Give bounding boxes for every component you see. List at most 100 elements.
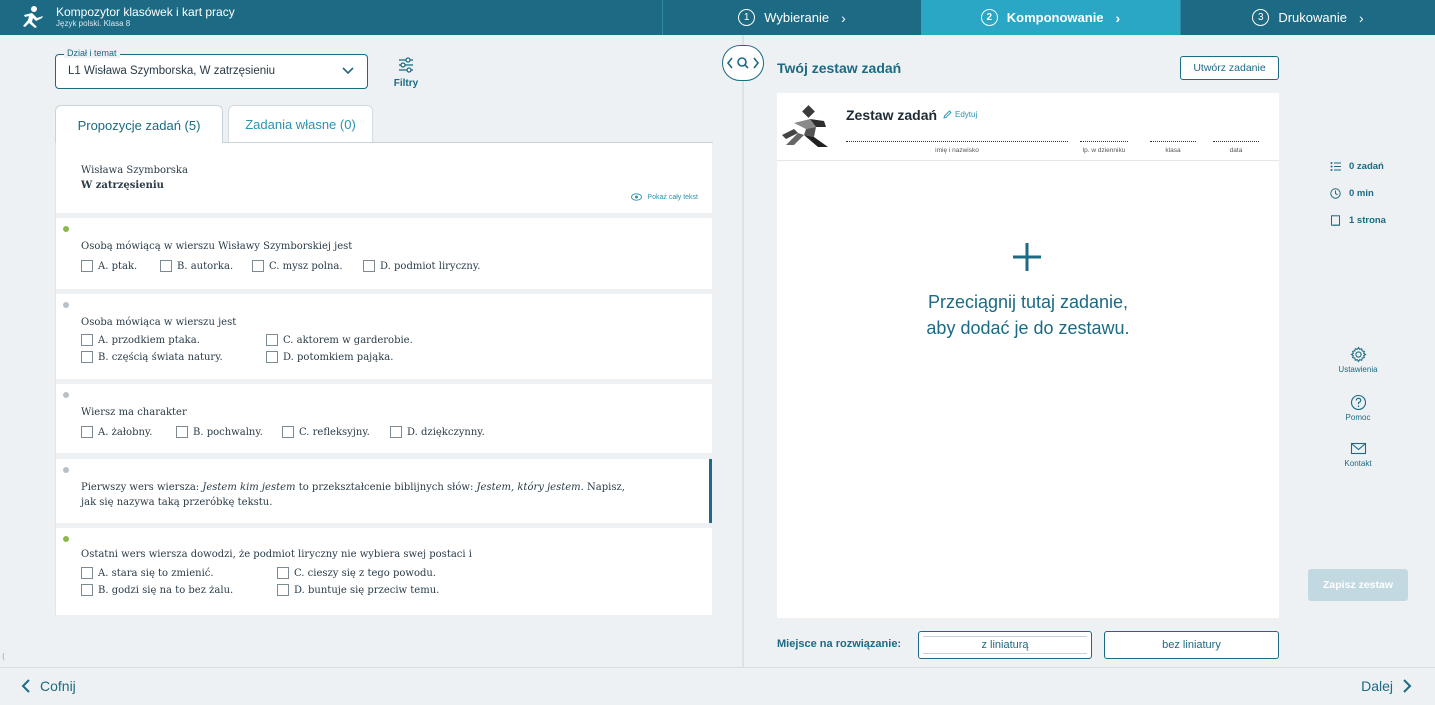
task-option: A. żałobny. [81, 426, 152, 438]
create-task-button[interactable]: Utwórz zadanie [1180, 56, 1279, 80]
settings-label: Ustawienia [1338, 365, 1378, 374]
task-question-line2: jak się nazywa taką przeróbkę tekstu. [81, 497, 273, 508]
panel-divider[interactable] [742, 35, 744, 667]
step-komponowanie[interactable]: 2 Komponowanie › [921, 0, 1180, 35]
show-full-text-link[interactable]: Pokaż cały tekst [631, 193, 698, 201]
task-card-selected[interactable]: Pierwszy wers wiersza: Jestem kim jestem… [56, 459, 712, 523]
task-card[interactable]: Osoba mówiąca w wierszu jest A. przodkie… [56, 294, 712, 379]
option-label: C. refleksyjny. [299, 426, 370, 438]
task-option: D. potomkiem pająka. [266, 351, 393, 363]
task-browser-panel: Dział i temat L1 Wisława Szymborska, W z… [0, 35, 742, 667]
edit-title-link[interactable]: Edytuj [943, 110, 977, 119]
chevron-right-icon [1403, 679, 1412, 693]
task-option: D. dziękczynny. [390, 426, 485, 438]
filters-label: Filtry [393, 78, 419, 89]
top-bar: Kompozytor klasówek i kart pracy Język p… [0, 0, 1435, 35]
step-drukowanie[interactable]: 3 Drukowanie › [1180, 0, 1435, 35]
step-number: 2 [980, 9, 998, 26]
page-count-stat: 1 strona [1330, 215, 1386, 226]
step-label: Wybieranie [764, 10, 830, 25]
app-title: Kompozytor klasówek i kart pracy [56, 5, 235, 19]
ruling-line [923, 636, 1087, 637]
question-text: Pierwszy wers wiersza: [81, 482, 203, 493]
option-label: C. mysz polna. [269, 260, 343, 272]
brand: Kompozytor klasówek i kart pracy Język p… [0, 0, 662, 35]
task-card[interactable]: Wiersz ma charakter A. żałobny. B. pochw… [56, 384, 712, 453]
checkbox-icon [81, 351, 93, 363]
chevron-down-icon [342, 67, 354, 75]
task-option: C. aktorem w garderobie. [266, 334, 413, 346]
checkbox-icon [266, 334, 278, 346]
contact-button[interactable]: Kontakt [1330, 440, 1386, 468]
app-subtitle: Język polski. Klasa 8 [56, 19, 131, 28]
question-text: to przekształcenie biblijnych słów: [295, 482, 477, 493]
status-dot [63, 392, 69, 398]
step-wybieranie[interactable]: 1 Wybieranie › [662, 0, 921, 35]
topic-select[interactable]: Dział i temat L1 Wisława Szymborska, W z… [55, 48, 368, 89]
eye-icon [631, 193, 643, 201]
settings-button[interactable]: Ustawienia [1330, 346, 1386, 374]
gear-icon [1349, 346, 1367, 363]
edit-label: Edytuj [955, 110, 978, 119]
field-date: data [1213, 141, 1259, 154]
status-dot [63, 302, 69, 308]
scroll-marker: ( [2, 652, 6, 661]
time-value: 0 min [1349, 188, 1374, 199]
step-label: Komponowanie [1006, 10, 1104, 25]
paper-separator [777, 160, 1279, 161]
task-option: B. pochwalny. [176, 426, 263, 438]
worksheet-logo-icon [782, 105, 828, 147]
set-title: Twój zestaw zadań [777, 60, 902, 76]
task-question: Ostatni wers wiersza dowodzi, że podmiot… [81, 549, 472, 560]
tab-propozycje[interactable]: Propozycje zadań (5) [55, 105, 223, 144]
checkbox-icon [81, 334, 93, 346]
task-option: B. częścią świata natury. [81, 351, 223, 363]
task-card[interactable]: Ostatni wers wiersza dowodzi, że podmiot… [56, 528, 712, 615]
checkbox-icon [81, 426, 93, 438]
panel-toggle-button[interactable] [722, 45, 764, 81]
tab-zadania-wlasne[interactable]: Zadania własne (0) [228, 105, 373, 143]
option-label: D. dziękczynny. [407, 426, 485, 438]
set-drop-zone[interactable]: Zestaw zadań Edytuj imię i nazwisko lp. … [777, 93, 1279, 618]
checkbox-icon [81, 260, 93, 272]
checkbox-icon [363, 260, 375, 272]
app-logo-icon [23, 6, 43, 28]
task-count-value: 0 zadań [1349, 161, 1384, 172]
task-card[interactable]: Osobą mówiącą w wierszu Wisławy Szymbors… [56, 218, 712, 289]
back-button[interactable]: Cofnij [20, 678, 76, 694]
help-button[interactable]: Pomoc [1330, 394, 1386, 422]
checkbox-icon [81, 584, 93, 596]
checkbox-icon [282, 426, 294, 438]
chevron-left-icon [21, 679, 30, 693]
task-option: A. przodkiem ptaka. [81, 334, 200, 346]
page-icon [1331, 215, 1340, 226]
question-text: . Napisz, [580, 482, 625, 493]
show-full-text-label: Pokaż cały tekst [647, 193, 698, 201]
option-label: B. autorka. [177, 260, 234, 272]
task-list[interactable]: Wisława Szymborska W zatrzęsieniu Pokaż … [55, 143, 713, 615]
option-label: D. potomkiem pająka. [283, 351, 394, 363]
option-label: D. podmiot liryczny. [380, 260, 481, 272]
checkbox-icon [252, 260, 264, 272]
help-icon [1350, 394, 1366, 411]
question-quote: Jestem, który jestem [476, 482, 581, 493]
lined-space-button[interactable]: z liniaturą [918, 631, 1092, 659]
list-icon [1330, 162, 1341, 171]
drop-hint-line1: Przeciągnij tutaj zadanie, [927, 292, 1129, 312]
pencil-icon [943, 110, 952, 119]
unlined-space-button[interactable]: bez liniatury [1104, 631, 1279, 659]
worksheet-title: Zestaw zadań [846, 107, 938, 123]
task-option: A. stara się to zmienić. [81, 567, 214, 579]
next-button[interactable]: Dalej [1361, 678, 1413, 694]
task-option: A. ptak. [81, 260, 137, 272]
chevron-right-icon: › [841, 9, 846, 26]
page-count-value: 1 strona [1349, 215, 1386, 226]
topic-select-value: L1 Wisława Szymborska, W zatrzęsieniu [68, 65, 276, 77]
checkbox-icon [176, 426, 188, 438]
status-dot [63, 536, 69, 542]
step-number: 1 [738, 9, 756, 26]
filters-button[interactable]: Filtry [388, 57, 424, 89]
checkbox-icon [277, 584, 289, 596]
text-card: Wisława Szymborska W zatrzęsieniu Pokaż … [56, 143, 712, 213]
save-set-button[interactable]: Zapisz zestaw [1308, 569, 1408, 601]
